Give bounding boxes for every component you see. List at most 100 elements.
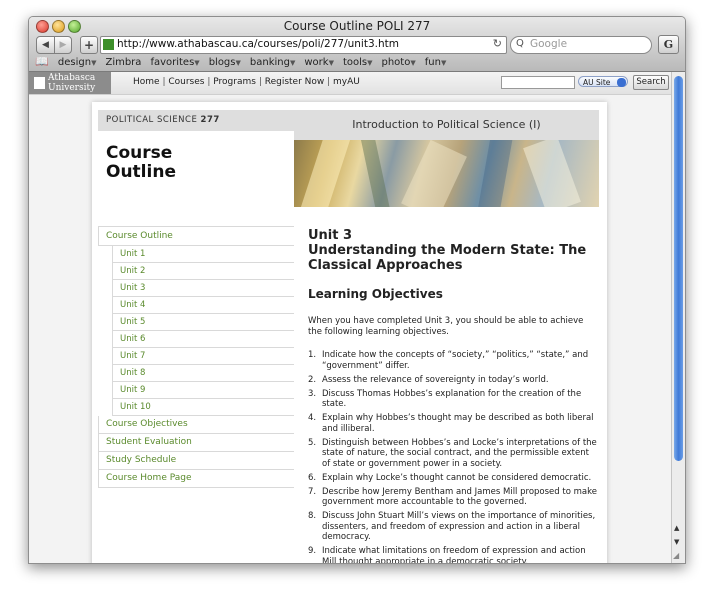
sidebar-item-unit-7[interactable]: Unit 7 (112, 348, 294, 365)
bookmark-label: tools (342, 57, 368, 68)
site-search-input[interactable] (501, 76, 575, 89)
objective-text: Discuss Thomas Hobbes’s explanation for … (322, 388, 582, 410)
bookmark-tools[interactable]: tools▼ (343, 57, 373, 68)
course-code-number: 277 (200, 115, 220, 125)
add-bookmark-button[interactable]: + (80, 36, 98, 54)
forward-button[interactable]: ▶ (54, 36, 72, 54)
course-code: POLITICAL SCIENCE 277 (98, 110, 294, 131)
bookmark-photo[interactable]: photo▼ (382, 57, 416, 68)
objective-item: 3. Discuss Thomas Hobbes’s explanation fo… (308, 389, 598, 410)
objective-text: Explain why Hobbes’s thought may be desc… (322, 413, 594, 434)
sidebar-item-unit-9[interactable]: Unit 9 (112, 382, 294, 399)
bookmark-banking[interactable]: banking▼ (250, 57, 295, 68)
sidebar-item-unit-8[interactable]: Unit 8 (112, 365, 294, 382)
open-book-icon[interactable]: 📖 (35, 55, 49, 68)
site-nav-courses[interactable]: Courses (168, 77, 204, 87)
bookmark-label: Zimbra (105, 57, 142, 68)
unit-number: Unit 3 (308, 228, 353, 243)
select-arrows-icon (617, 78, 626, 87)
banner-image (294, 140, 599, 207)
plus-icon: + (83, 38, 95, 52)
site-nav-myau[interactable]: myAU (333, 77, 360, 87)
bookmark-list: design▼ Zimbra favorites▼ blogs▼ banking▼ wor… (58, 57, 455, 68)
objective-text: Discuss John Stuart Mill’s views on the … (322, 511, 596, 542)
site-favicon-icon (103, 39, 114, 50)
objective-number: 8. (308, 511, 317, 521)
bookmark-zimbra[interactable]: Zimbra (105, 57, 141, 68)
bookmark-label: blogs (208, 57, 236, 68)
objective-text: Distinguish between Hobbes’s and Locke’s… (322, 437, 597, 469)
sidebar-item-course-outline[interactable]: Course Outline (98, 226, 294, 246)
objective-item: 5. Distinguish between Hobbes’s and Locke… (308, 438, 598, 470)
web-search-field[interactable]: Q Google (510, 36, 652, 54)
scroll-up-icon[interactable]: ▲ (674, 524, 679, 532)
objective-text: Describe how Jeremy Bentham and James Mi… (322, 486, 597, 508)
objective-number: 5. (308, 437, 317, 448)
dropdown-arrow-icon: ▼ (328, 59, 334, 67)
objective-item: 4. Explain why Hobbes’s thought may be de… (308, 413, 598, 434)
back-button[interactable]: ◀ (36, 36, 55, 54)
site-search-button[interactable]: Search (633, 75, 669, 90)
web-search-placeholder: Google (530, 38, 568, 50)
search-icon: Q (516, 38, 524, 49)
sidebar-item-unit-3[interactable]: Unit 3 (112, 280, 294, 297)
objective-item: 6. Explain why Locke’s thought cannot be … (308, 473, 598, 484)
sidebar-item-course-home-page[interactable]: Course Home Page (98, 470, 294, 488)
resize-grip-icon[interactable]: ◢ (673, 551, 683, 561)
site-nav-register[interactable]: Register Now (265, 77, 325, 87)
site-nav: Home | Courses | Programs | Register Now… (133, 77, 360, 87)
objective-item: 8. Discuss John Stuart Mill’s views on th… (308, 511, 598, 543)
title-bar: Course Outline POLI 277 ◀ ▶ + http://www… (29, 17, 685, 72)
scroll-down-icon[interactable]: ▼ (674, 538, 679, 546)
sidebar-item-student-evaluation[interactable]: Student Evaluation (98, 434, 294, 452)
objective-text: Indicate what limitations on freedom of … (322, 546, 586, 563)
unit-heading: Unit 3 Understanding the Modern State: T… (308, 228, 598, 273)
dropdown-arrow-icon: ▼ (410, 59, 416, 67)
bookmark-favorites[interactable]: favorites▼ (150, 57, 199, 68)
sidebar-item-unit-10[interactable]: Unit 10 (112, 399, 294, 416)
vertical-scrollbar[interactable]: ▲ ▼ (671, 72, 685, 563)
sidebar-item-unit-2[interactable]: Unit 2 (112, 263, 294, 280)
objective-item: 1. Indicate how the concepts of “society,… (308, 350, 598, 371)
au-logo[interactable]: Athabasca University (29, 72, 111, 94)
objective-item: 2. Assess the relevance of sovereignty in… (308, 375, 598, 386)
site-search-scope-select[interactable]: AU Site (578, 76, 628, 87)
sidebar-item-study-schedule[interactable]: Study Schedule (98, 452, 294, 470)
objective-number: 9. (308, 546, 317, 556)
site-nav-programs[interactable]: Programs (213, 77, 256, 87)
sidebar-item-unit-4[interactable]: Unit 4 (112, 297, 294, 314)
objective-text: Assess the relevance of sovereignty in t… (322, 374, 549, 385)
sidebar-item-unit-6[interactable]: Unit 6 (112, 331, 294, 348)
learning-objectives-heading: Learning Objectives (308, 287, 443, 301)
unit-list: Unit 1 Unit 2 Unit 3 Unit 4 Unit 5 Unit 6 Unit… (98, 246, 294, 416)
course-sidebar: Course Outline Unit 1 Unit 2 Unit 3 Unit 4U… (98, 226, 294, 488)
google-button[interactable]: G (658, 35, 679, 54)
bookmark-label: photo (381, 57, 411, 68)
site-scope-value: AU Site (583, 78, 611, 87)
bookmark-fun[interactable]: fun▼ (425, 57, 447, 68)
address-bar[interactable]: http://www.athabascau.ca/courses/poli/27… (100, 36, 507, 54)
dropdown-arrow-icon: ▼ (194, 59, 200, 67)
sidebar-item-unit-5[interactable]: Unit 5 (112, 314, 294, 331)
course-page: POLITICAL SCIENCE 277 Introduction to Po… (92, 102, 607, 563)
page-title: Course Outline (106, 144, 176, 182)
objective-number: 3. (308, 388, 317, 399)
site-nav-home[interactable]: Home (133, 77, 160, 87)
objective-text: Explain why Locke’s thought cannot be co… (322, 472, 592, 483)
sidebar-item-unit-1[interactable]: Unit 1 (112, 246, 294, 263)
logo-line-1: Athabasca (48, 73, 96, 83)
page-title-line-2: Outline (106, 162, 176, 182)
objectives-list: 1. Indicate how the concepts of “society,… (308, 350, 598, 563)
bookmark-label: favorites (150, 57, 195, 68)
reload-icon[interactable]: ↻ (493, 37, 502, 50)
sidebar-item-course-objectives[interactable]: Course Objectives (98, 416, 294, 434)
bookmark-blogs[interactable]: blogs▼ (209, 57, 241, 68)
unit-title: Understanding the Modern State: The Clas… (308, 243, 587, 273)
bookmark-design[interactable]: design▼ (58, 57, 97, 68)
bookmarks-bar: 📖 design▼ Zimbra favorites▼ blogs▼ banking▼ w… (35, 55, 455, 69)
dropdown-arrow-icon: ▼ (367, 59, 373, 67)
objective-item: 9. Indicate what limitations on freedom o… (308, 546, 598, 563)
scrollbar-thumb[interactable] (674, 76, 683, 461)
bookmark-work[interactable]: work▼ (304, 57, 334, 68)
dropdown-arrow-icon: ▼ (289, 59, 296, 67)
